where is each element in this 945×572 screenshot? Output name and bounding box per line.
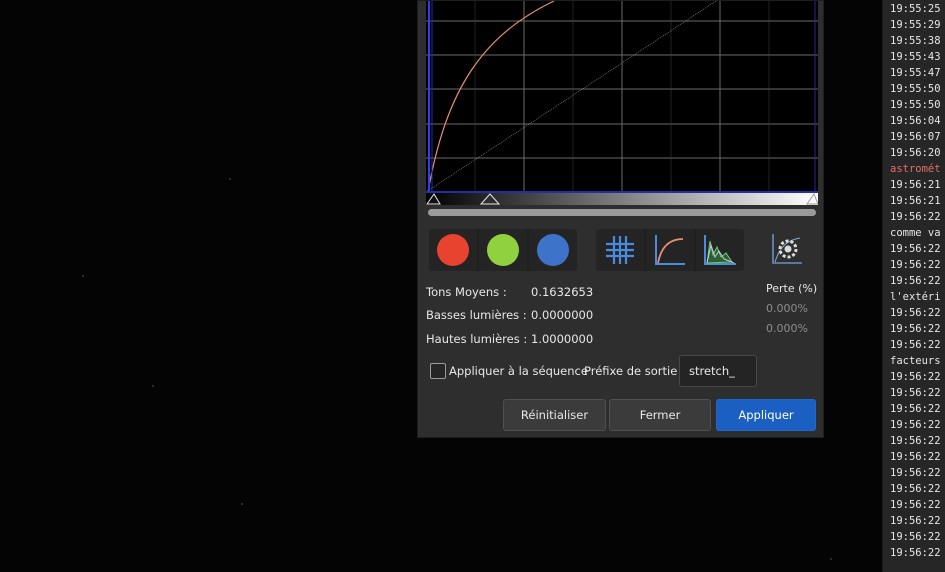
log-line: facteurs [890, 355, 941, 367]
highlights-loss-value: 0.000% [766, 322, 808, 335]
log-line: 19:55:38 [890, 35, 941, 47]
output-prefix-label: Préfixe de sortie : [584, 364, 685, 378]
reset-button[interactable]: Réinitialiser [503, 399, 606, 431]
midtones-label: Tons Moyens : [426, 285, 507, 299]
output-prefix-input[interactable]: stretch_ [679, 355, 757, 387]
curve-icon [655, 235, 685, 265]
log-line: 19:56:22 [890, 371, 941, 383]
display-toggle-group [596, 229, 744, 271]
log-line: 19:56:22 [890, 547, 941, 559]
histogram-scrollbar[interactable] [428, 209, 816, 216]
log-line: 19:56:20 [890, 147, 941, 159]
grid-icon [606, 236, 634, 264]
log-line: 19:56:07 [890, 131, 941, 143]
log-line: 19:55:29 [890, 19, 941, 31]
log-line: 19:56:04 [890, 115, 941, 127]
console-log[interactable]: 19:55:25 19:55:29 19:55:38 19:55:43 19:55:47… [882, 0, 945, 572]
green-channel-button[interactable] [479, 229, 527, 271]
log-line: 19:56:22 [890, 275, 941, 287]
highlights-value: 1.0000000 [531, 332, 594, 346]
shadows-loss-value: 0.000% [766, 302, 808, 315]
log-line: 19:55:25 [890, 3, 941, 15]
blue-channel-icon [537, 234, 569, 266]
log-line: 19:55:47 [890, 67, 941, 79]
log-line: 19:56:22 [890, 323, 941, 335]
red-channel-icon [437, 234, 469, 266]
log-line: 19:55:50 [890, 99, 941, 111]
log-line: 19:56:22 [890, 307, 941, 319]
apply-sequence-checkbox[interactable] [430, 363, 446, 379]
auto-stretch-icon [772, 234, 802, 264]
log-line: 19:56:22 [890, 435, 941, 447]
green-channel-icon [487, 234, 519, 266]
histogram-view[interactable] [426, 1, 818, 206]
histogram-toggle-button[interactable] [696, 229, 744, 271]
log-line: 19:56:22 [890, 483, 941, 495]
histogram-icon [704, 235, 736, 265]
close-button[interactable]: Fermer [609, 399, 711, 431]
highlights-label: Hautes lumières : [426, 332, 528, 346]
log-line: 19:56:22 [890, 243, 941, 255]
log-line: 19:56:22 [890, 387, 941, 399]
log-line: 19:56:22 [890, 211, 941, 223]
log-line: l'extéri [890, 291, 941, 303]
log-line: 19:56:21 [890, 179, 941, 191]
loss-header: Perte (%) [766, 282, 818, 295]
apply-button[interactable]: Appliquer [716, 399, 816, 431]
shadows-value: 0.0000000 [531, 308, 594, 322]
log-line: 19:56:22 [890, 467, 941, 479]
auto-stretch-button[interactable] [769, 231, 805, 267]
log-line: astromét [890, 163, 941, 175]
blue-channel-button[interactable] [529, 229, 577, 271]
log-line: 19:55:43 [890, 51, 941, 63]
curve-toggle-button[interactable] [646, 229, 694, 271]
log-line: 19:56:22 [890, 259, 941, 271]
grid-toggle-button[interactable] [596, 229, 644, 271]
red-channel-button[interactable] [429, 229, 477, 271]
log-line: 19:56:22 [890, 451, 941, 463]
log-line: 19:56:22 [890, 515, 941, 527]
log-line: 19:56:22 [890, 499, 941, 511]
histogram-dialog: Tons Moyens : 0.1632653 Basses lumières … [417, 0, 824, 438]
shadows-label: Basses lumières : [426, 308, 527, 322]
log-line: 19:56:22 [890, 419, 941, 431]
log-line: 19:56:22 [890, 339, 941, 351]
channel-toggle-group [429, 229, 577, 271]
log-line: 19:56:21 [890, 195, 941, 207]
log-line: 19:55:50 [890, 83, 941, 95]
midtones-value: 0.1632653 [531, 285, 594, 299]
log-line: 19:56:22 [890, 403, 941, 415]
apply-sequence-label[interactable]: Appliquer à la séquence [449, 364, 588, 378]
log-line: comme va [890, 227, 941, 239]
log-line: 19:56:22 [890, 531, 941, 543]
